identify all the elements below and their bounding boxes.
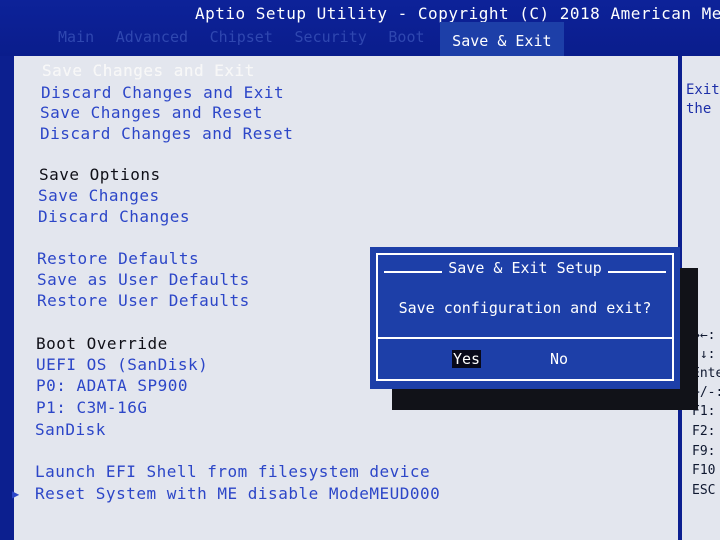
- menu-item-discard-changes-and-exit[interactable]: Discard Changes and Exit: [41, 83, 284, 102]
- tab-security[interactable]: Security: [289, 22, 373, 56]
- menu-item-launch-efi-shell[interactable]: Launch EFI Shell from filesystem device: [35, 462, 430, 481]
- dialog-message: Save configuration and exit?: [398, 299, 652, 317]
- dialog-frame: Save & Exit Setup Save configuration and…: [376, 253, 674, 381]
- menu-item-restore-user-defaults[interactable]: Restore User Defaults: [37, 291, 250, 310]
- dialog-title-text: Save & Exit Setup: [442, 259, 608, 277]
- menu-item-restore-defaults[interactable]: Restore Defaults: [37, 249, 199, 268]
- no-button[interactable]: No: [550, 350, 568, 368]
- section-header-boot-override: Boot Override: [36, 334, 168, 353]
- tab-main[interactable]: Main: [52, 22, 100, 56]
- help-text-line-2: the: [686, 101, 712, 117]
- menu-item-discard-changes[interactable]: Discard Changes: [38, 207, 190, 226]
- dialog-title: Save & Exit Setup: [378, 259, 672, 277]
- submenu-arrow-icon: ▶: [12, 487, 20, 501]
- key-hint: F10: [692, 463, 716, 478]
- app-title: Aptio Setup Utility - Copyright (C) 2018…: [195, 4, 720, 23]
- yes-button[interactable]: Yes: [452, 350, 482, 368]
- key-hint: F9:: [692, 444, 716, 459]
- menu-item-save-as-user-defaults[interactable]: Save as User Defaults: [37, 270, 250, 289]
- help-text-line-1: Exit: [686, 82, 720, 98]
- tab-boot[interactable]: Boot: [382, 22, 430, 56]
- dialog-separator: [378, 337, 674, 339]
- menu-item-discard-changes-and-reset[interactable]: Discard Changes and Reset: [40, 124, 293, 143]
- key-hint: ESC: [692, 483, 716, 498]
- menu-item-save-changes-and-reset[interactable]: Save Changes and Reset: [40, 103, 263, 122]
- tab-advanced[interactable]: Advanced: [110, 22, 194, 56]
- tab-bar: Main Advanced Chipset Security Boot Save…: [52, 22, 564, 56]
- menu-item-reset-system-me[interactable]: Reset System with ME disable ModeMEUD000: [35, 484, 440, 503]
- boot-option-sandisk[interactable]: SanDisk: [35, 420, 106, 439]
- menu-item-save-changes[interactable]: Save Changes: [38, 186, 160, 205]
- boot-option-uefi-os[interactable]: UEFI OS (SanDisk): [36, 355, 208, 374]
- menu-item-save-changes-and-exit[interactable]: Save Changes and Exit: [42, 61, 255, 80]
- section-header-save-options: Save Options: [39, 165, 161, 184]
- boot-option-p0[interactable]: P0: ADATA SP900: [36, 376, 188, 395]
- boot-option-p1[interactable]: P1: C3M-16G: [36, 398, 147, 417]
- tab-save-exit[interactable]: Save & Exit: [440, 22, 564, 56]
- save-exit-dialog: Save & Exit Setup Save configuration and…: [370, 247, 680, 389]
- tab-chipset[interactable]: Chipset: [204, 22, 279, 56]
- key-hint: F2:: [692, 424, 716, 439]
- title-bar: Aptio Setup Utility - Copyright (C) 2018…: [0, 0, 720, 56]
